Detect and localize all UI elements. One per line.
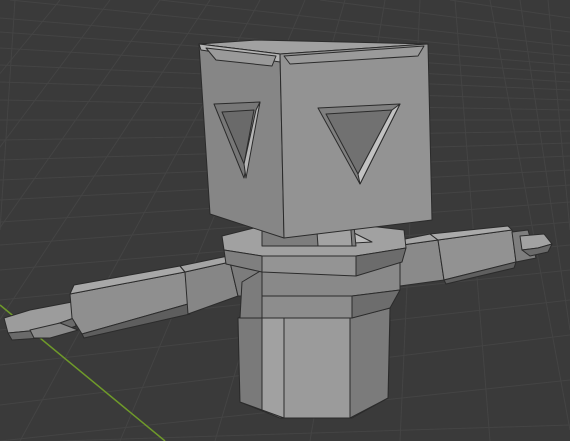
left-arm[interactable] bbox=[3, 255, 267, 341]
torso[interactable] bbox=[221, 223, 407, 419]
viewport-scene[interactable] bbox=[0, 0, 570, 441]
head[interactable] bbox=[198, 39, 433, 239]
3d-viewport[interactable] bbox=[0, 0, 570, 441]
